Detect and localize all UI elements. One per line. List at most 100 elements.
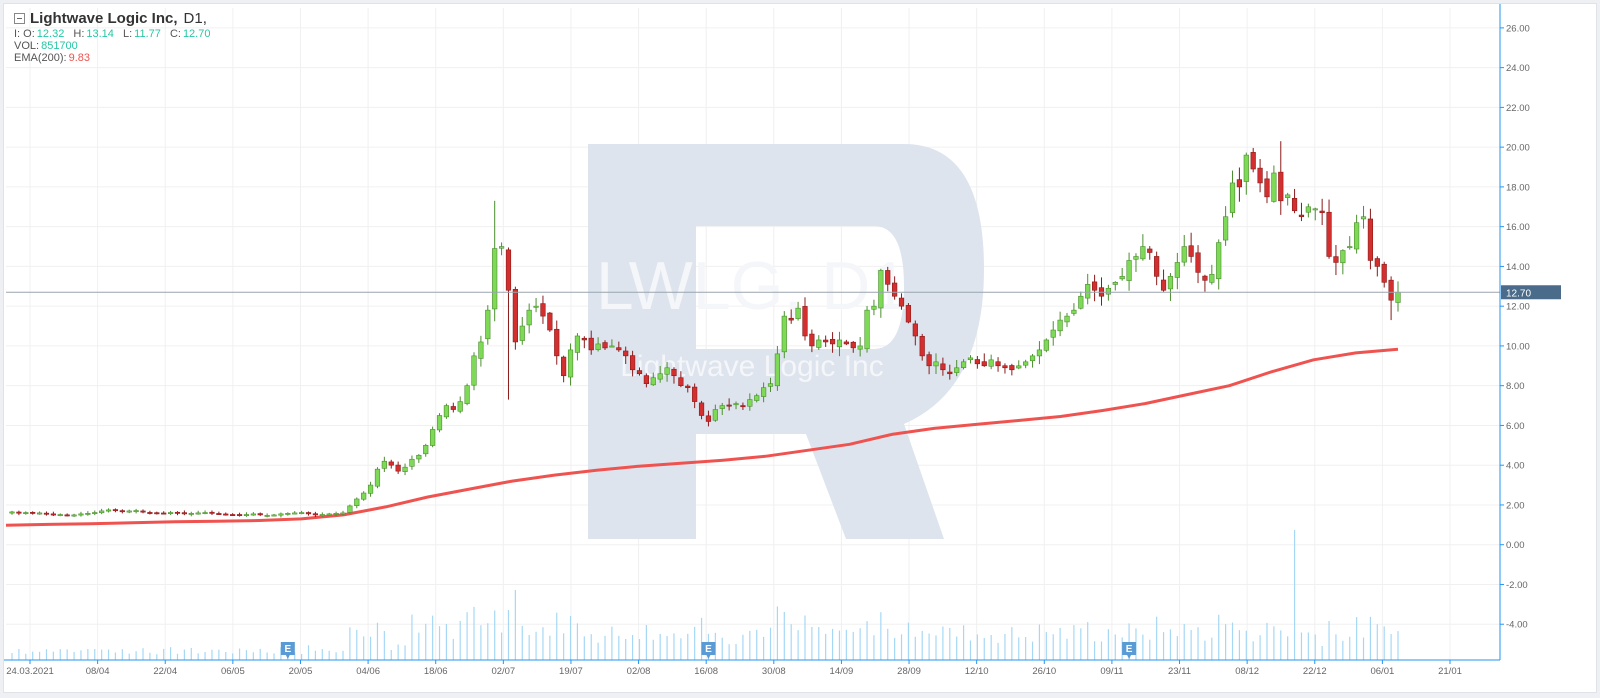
volume-bar — [1280, 630, 1282, 660]
ema-row: EMA(200): 9.83 — [14, 52, 216, 64]
candle — [230, 513, 236, 516]
high-value: 13.14 — [86, 28, 114, 40]
candle — [1216, 239, 1222, 290]
volume-bar — [742, 634, 744, 660]
x-tick-label: 04/06 — [356, 666, 380, 677]
volume-bar — [259, 648, 261, 660]
candle — [119, 509, 125, 514]
candle — [188, 511, 194, 517]
collapse-toggle[interactable] — [14, 13, 25, 24]
volume-bar — [321, 649, 323, 660]
candle — [1181, 234, 1187, 267]
chart-canvas[interactable]: LWLG, D1 Lightwave Logic Inc 12.70 26.00… — [4, 4, 1596, 692]
candle — [1098, 277, 1105, 306]
candle — [264, 513, 270, 518]
volume-bar — [390, 649, 392, 660]
y-tick-label: 20.00 — [1506, 143, 1530, 154]
y-tick-label: 6.00 — [1506, 421, 1525, 432]
candle — [1388, 276, 1394, 321]
volume-bar — [1018, 637, 1020, 660]
volume-bar — [1107, 629, 1109, 660]
candle — [326, 512, 332, 516]
y-tick-label: 14.00 — [1506, 262, 1530, 273]
x-tick-label: 24.03.2021 — [6, 666, 54, 677]
candle — [809, 329, 815, 353]
volume-bar — [556, 612, 558, 660]
low-label: L: — [122, 28, 133, 40]
candle — [974, 355, 980, 369]
candle — [154, 511, 160, 515]
candle — [1160, 269, 1167, 292]
volume-bar — [411, 614, 413, 660]
candle — [1050, 321, 1056, 346]
volume-bar — [1183, 624, 1185, 660]
volume-bar — [183, 649, 185, 660]
volume-bar — [962, 625, 965, 660]
candle — [278, 512, 284, 518]
volume-bar — [307, 645, 310, 660]
volume-bar — [190, 647, 192, 660]
candle — [1195, 245, 1201, 284]
volume-bar — [1397, 631, 1399, 660]
volume-bar — [1149, 639, 1151, 660]
candle — [243, 512, 250, 517]
volume-bar — [1031, 641, 1034, 660]
candle — [464, 383, 470, 406]
volume-bar — [73, 651, 75, 660]
open-value: 12.32 — [36, 28, 65, 40]
volume-bar — [225, 651, 227, 660]
x-tick-label: 02/08 — [627, 666, 651, 677]
volume-bar — [583, 636, 585, 660]
candle — [1271, 165, 1277, 203]
candle — [1326, 199, 1332, 259]
candle — [1188, 232, 1194, 263]
volume-bar — [1176, 636, 1178, 660]
volume-bar — [252, 652, 254, 660]
volume-bar — [163, 648, 165, 660]
volume-bar — [176, 653, 179, 660]
candle — [57, 513, 63, 517]
candle — [1119, 267, 1125, 281]
volume-bar — [342, 650, 344, 660]
earnings-marker[interactable]: E — [701, 642, 716, 659]
volume-bar — [121, 649, 123, 660]
earnings-marker[interactable]: E — [1122, 642, 1137, 659]
volume-bar — [80, 650, 82, 660]
candle — [1374, 256, 1380, 277]
candle — [1036, 341, 1043, 365]
volume-bar — [266, 652, 268, 660]
event-markers[interactable]: EEE — [280, 642, 1137, 659]
candle — [1071, 303, 1077, 316]
volume-bar — [349, 627, 351, 660]
candle — [988, 354, 994, 370]
y-tick-label: 0.00 — [1506, 540, 1525, 551]
volume-bar — [935, 635, 937, 660]
candle — [1029, 353, 1036, 368]
x-tick-label: 08/12 — [1235, 666, 1259, 677]
volume-bar — [66, 649, 68, 660]
volume-bar — [1314, 634, 1316, 660]
earnings-marker[interactable]: E — [280, 642, 295, 659]
volume-bar — [1335, 634, 1337, 660]
candle — [1340, 249, 1346, 275]
candle — [1154, 251, 1160, 286]
volume-bar — [576, 623, 579, 660]
candle — [457, 396, 463, 414]
x-tick-label: 08/04 — [86, 666, 110, 677]
close-label: C: — [169, 28, 181, 40]
volume-bar — [425, 623, 427, 660]
volume-bar — [997, 642, 999, 660]
volume-bar — [87, 648, 89, 660]
volume-bar — [487, 623, 489, 660]
close-value: 12.70 — [182, 28, 211, 40]
x-tick-label: 26/10 — [1032, 666, 1056, 677]
volume-bar — [1259, 635, 1261, 660]
earnings-marker-label: E — [705, 644, 712, 655]
volume-bar — [776, 606, 779, 660]
volume-bar — [666, 636, 668, 660]
chart-panel[interactable]: LWLG, D1 Lightwave Logic Inc 12.70 26.00… — [3, 3, 1597, 693]
candle — [781, 311, 787, 359]
volume-bar — [611, 626, 613, 660]
candle — [554, 320, 560, 365]
volume-bar — [1087, 622, 1089, 660]
